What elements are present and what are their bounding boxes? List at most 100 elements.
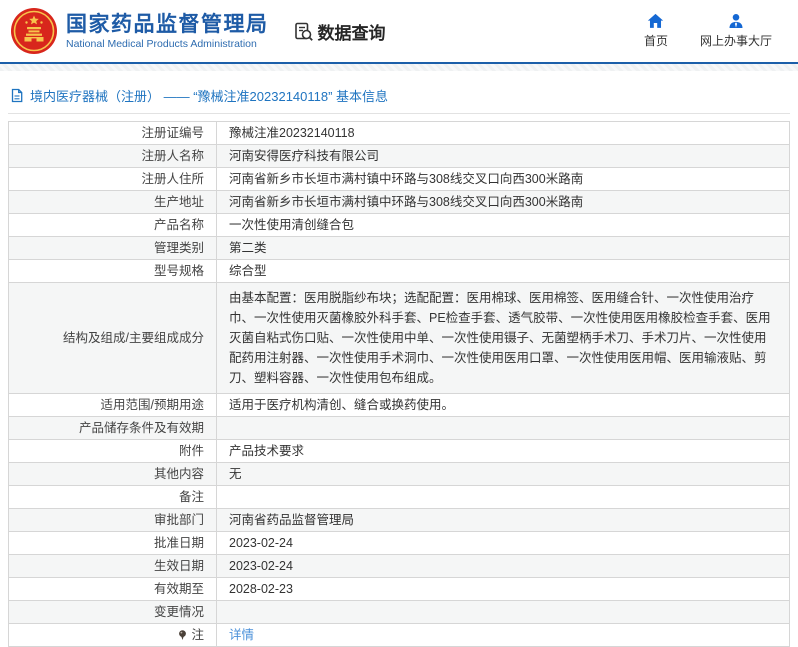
row-value-cell [217,486,789,508]
table-row: 结构及组成/主要组成成分 由基本配置：医用脱脂纱布块；选配配置：医用棉球、医用棉… [9,283,789,394]
row-value-cell: 详情 [217,624,789,646]
row-value: 河南省新乡市长垣市满村镇中环路与308线交叉口向西300米路南 [229,195,584,209]
row-value-cell: 无 [217,463,789,485]
nav-home[interactable]: 首页 [644,13,668,49]
table-row: 附件 产品技术要求 [9,440,789,463]
row-label: 备注 [178,490,204,504]
row-value: 一次性使用清创缝合包 [229,218,355,232]
row-label: 型号规格 [153,264,204,278]
org-names: 国家药品监督管理局 National Medical Products Admi… [66,13,269,50]
row-label-cell: 批准日期 [9,532,217,554]
row-label: 变更情况 [153,605,204,619]
row-value: 适用于医疗机构清创、缝合或换药使用。 [229,398,455,412]
row-value: 河南安得医疗科技有限公司 [229,149,380,163]
note-icon [177,629,188,641]
row-label-cell: 管理类别 [9,237,217,259]
row-label-cell: 附件 [9,440,217,462]
row-value-cell: 2023-02-24 [217,555,789,577]
registration-info-table: 注册证编号 豫械注准20232140118 注册人名称 河南安得医疗科技有限公司 [8,121,790,647]
row-label: 附件 [178,444,204,458]
row-value-cell: 河南省新乡市长垣市满村镇中环路与308线交叉口向西300米路南 [217,168,789,190]
row-value-cell: 适用于医疗机构清创、缝合或换药使用。 [217,394,789,416]
table-row: 适用范围/预期用途 适用于医疗机构清创、缝合或换药使用。 [9,394,789,417]
table-row: 注册人名称 河南安得医疗科技有限公司 [9,145,789,168]
table-row: 生产地址 河南省新乡市长垣市满村镇中环路与308线交叉口向西300米路南 [9,191,789,214]
row-value: 2028-02-23 [229,582,293,596]
row-label: 注册人名称 [141,149,204,163]
row-label: 其他内容 [153,467,204,481]
row-label: 管理类别 [153,241,204,255]
row-label-cell: 其他内容 [9,463,217,485]
row-value: 豫械注准20232140118 [229,126,355,140]
row-value: 无 [229,467,242,481]
row-label: 注册证编号 [141,126,204,140]
row-value-cell [217,601,789,623]
row-value-cell: 2023-02-24 [217,532,789,554]
row-value-cell: 河南省药品监督管理局 [217,509,789,531]
row-label: 批准日期 [153,536,204,550]
row-label-cell: 注 [9,624,217,646]
row-label-cell: 注册证编号 [9,122,217,144]
table-row: 其他内容 无 [9,463,789,486]
row-value: 第二类 [229,241,267,255]
row-value-cell: 2028-02-23 [217,578,789,600]
table-row: 批准日期 2023-02-24 [9,532,789,555]
data-query-icon [294,22,313,41]
row-label: 生产地址 [153,195,204,209]
row-label-cell: 产品名称 [9,214,217,236]
row-value: 由基本配置：医用脱脂纱布块；选配配置：医用棉球、医用棉签、医用缝合针、一次性使用… [229,291,771,385]
home-icon [648,13,664,28]
header-shadow-band [0,64,798,71]
table-row: 有效期至 2028-02-23 [9,578,789,601]
row-label-cell: 注册人名称 [9,145,217,167]
nav-home-label: 首页 [643,34,668,48]
row-value: 综合型 [229,264,267,278]
row-label-cell: 生产地址 [9,191,217,213]
org-name-en: National Medical Products Administration [66,37,257,50]
header-nav: 首页 网上办事大厅 [644,13,784,49]
row-value-cell [217,417,789,439]
row-label-cell: 有效期至 [9,578,217,600]
row-label: 结构及组成/主要组成成分 [63,331,204,345]
row-value: 2023-02-24 [229,559,293,573]
document-icon [11,88,23,103]
row-label: 适用范围/预期用途 [100,398,204,412]
site-header: 国家药品监督管理局 National Medical Products Admi… [0,0,798,62]
detail-link[interactable]: 详情 [229,627,254,643]
row-label-cell: 注册人住所 [9,168,217,190]
user-icon [729,14,743,28]
row-label: 生效日期 [153,559,204,573]
row-label-cell: 型号规格 [9,260,217,282]
nav-online-service-hall[interactable]: 网上办事大厅 [700,13,772,49]
row-value: 2023-02-24 [229,536,293,550]
breadcrumb-text: 境内医疗器械（注册） —— “豫械注准20232140118” 基本信息 [30,89,389,104]
org-name-cn: 国家药品监督管理局 [66,12,269,36]
table-row: 生效日期 2023-02-24 [9,555,789,578]
row-label: 产品名称 [153,218,204,232]
row-label-cell: 结构及组成/主要组成成分 [9,283,217,393]
table-row: 备注 [9,486,789,509]
row-label: 注册人住所 [141,172,204,186]
row-value-cell: 豫械注准20232140118 [217,122,789,144]
table-row: 注 详情 [9,624,789,647]
row-label-cell: 生效日期 [9,555,217,577]
row-label-cell: 适用范围/预期用途 [9,394,217,416]
data-query-tab[interactable]: 数据查询 [293,19,386,44]
row-value-cell: 由基本配置：医用脱脂纱布块；选配配置：医用棉球、医用棉签、医用缝合针、一次性使用… [217,283,789,393]
row-label: 有效期至 [153,582,204,596]
row-value-cell: 河南安得医疗科技有限公司 [217,145,789,167]
row-label: 产品储存条件及有效期 [78,421,204,435]
table-row: 管理类别 第二类 [9,237,789,260]
row-value-cell: 产品技术要求 [217,440,789,462]
table-row: 产品储存条件及有效期 [9,417,789,440]
row-label: 审批部门 [153,513,204,527]
table-row: 型号规格 综合型 [9,260,789,283]
row-value-cell: 综合型 [217,260,789,282]
table-row: 产品名称 一次性使用清创缝合包 [9,214,789,237]
row-label-cell: 变更情况 [9,601,217,623]
breadcrumb: 境内医疗器械（注册） —— “豫械注准20232140118” 基本信息 [8,81,790,114]
table-row: 注册证编号 豫械注准20232140118 [9,122,789,145]
row-value: 河南省药品监督管理局 [229,513,355,527]
table-row: 注册人住所 河南省新乡市长垣市满村镇中环路与308线交叉口向西300米路南 [9,168,789,191]
data-query-label: 数据查询 [317,23,386,43]
